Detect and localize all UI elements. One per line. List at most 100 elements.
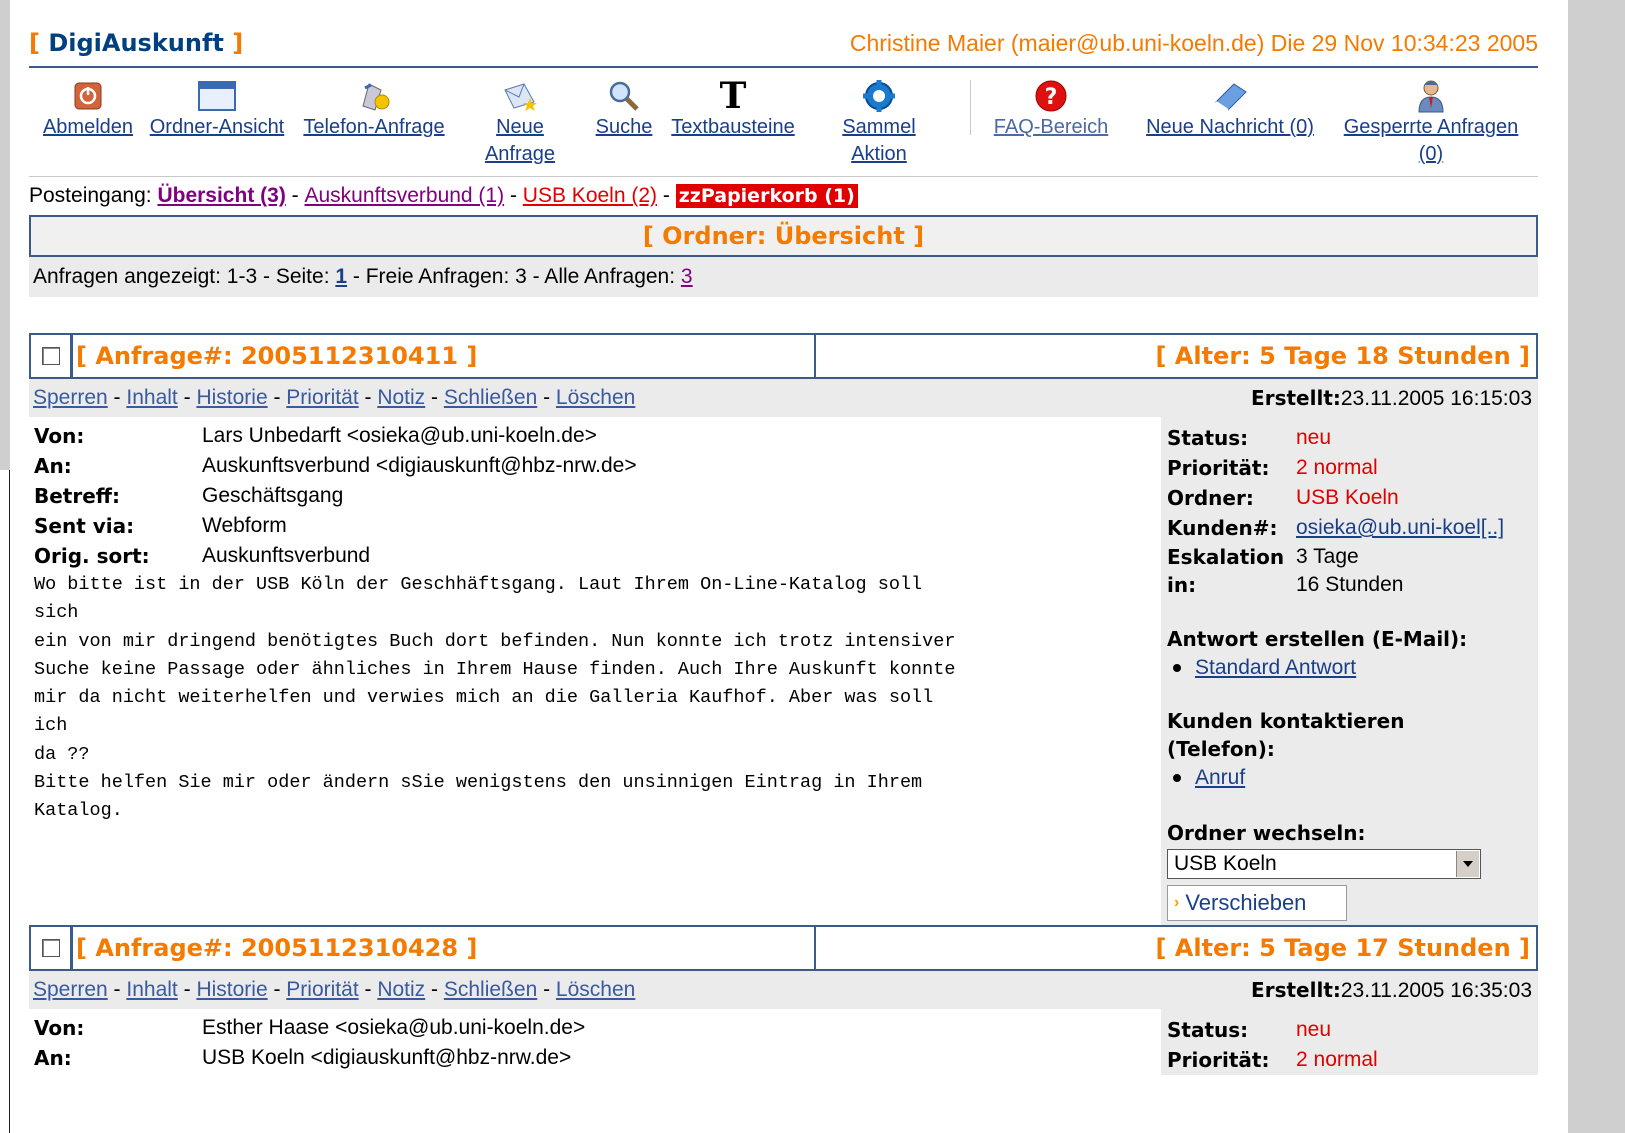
- page-margin: [1568, 0, 1625, 1133]
- escalation-label: Eskalation in:: [1167, 543, 1296, 599]
- mail-header-row: Sent via: Webform: [34, 511, 1161, 541]
- main-content: [ DigiAuskunft ] Christine Maier (maier@…: [29, 20, 1538, 1075]
- bulk-action-button[interactable]: Sammel Aktion: [832, 78, 926, 168]
- escalation-row: Eskalation in: 3 Tage 16 Stunden: [1167, 543, 1538, 599]
- priority-row: Priorität: 2 normal: [1167, 1045, 1538, 1075]
- brand-name: DigiAuskunft: [48, 29, 224, 57]
- inbox-label: Posteingang:: [29, 184, 152, 207]
- call-link[interactable]: Anruf: [1195, 763, 1245, 793]
- action-history[interactable]: Historie: [196, 386, 267, 409]
- toolbar-label[interactable]: Sammel: [842, 116, 915, 138]
- action-delete[interactable]: Löschen: [556, 978, 635, 1001]
- toolbar-label[interactable]: Anfrage: [485, 143, 555, 165]
- action-priority[interactable]: Priorität: [286, 386, 358, 409]
- action-close[interactable]: Schließen: [444, 386, 537, 409]
- toolbar-label[interactable]: Telefon-Anfrage: [303, 116, 444, 138]
- customer-label: Kunden#:: [1167, 516, 1278, 540]
- action-lock[interactable]: Sperren: [33, 978, 108, 1001]
- escalation-label-1: Eskalation: [1167, 545, 1285, 569]
- escalation-label-2: in:: [1167, 573, 1197, 597]
- mail-header-row: Von: Esther Haase <osieka@ub.uni-koeln.de…: [34, 1013, 1161, 1043]
- select-checkbox[interactable]: [42, 347, 60, 365]
- toolbar-label[interactable]: (0): [1419, 143, 1443, 165]
- action-history[interactable]: Historie: [196, 978, 267, 1001]
- logout-button[interactable]: Abmelden: [38, 78, 138, 141]
- separator: -: [291, 184, 299, 207]
- locked-requests-button[interactable]: Gesperrte Anfragen (0): [1333, 78, 1529, 168]
- faq-button[interactable]: ? FAQ-Bereich: [984, 78, 1118, 141]
- separator: -: [662, 184, 670, 207]
- request-age: [ Alter: 5 Tage 17 Stunden ]: [1155, 934, 1530, 962]
- folder-link-usb-koeln[interactable]: USB Koeln (2): [523, 184, 657, 208]
- status-badge: neu: [1296, 426, 1332, 449]
- mail-header-row: Orig. sort: Auskunftsverbund: [34, 541, 1161, 571]
- toolbar-label[interactable]: Aktion: [851, 143, 907, 165]
- folder-value: USB Koeln: [1296, 486, 1399, 509]
- window-edge: [0, 0, 10, 470]
- text-blocks-button[interactable]: T Textbausteine: [662, 78, 804, 141]
- folder-label: Ordner:: [1167, 486, 1254, 510]
- phone-request-button[interactable]: Telefon-Anfrage: [297, 78, 451, 141]
- created-label: Erstellt:: [1251, 385, 1341, 410]
- request-sidebar: Status: neu Priorität: 2 normal Ordner: USB…: [1161, 417, 1538, 925]
- new-request-button[interactable]: Neue Anfrage: [475, 78, 565, 168]
- toolbar-label[interactable]: Neue Nachricht (0): [1146, 116, 1314, 138]
- new-request-icon: [475, 78, 565, 114]
- toolbar-label[interactable]: Textbausteine: [671, 116, 794, 138]
- app-brand[interactable]: [ DigiAuskunft ]: [29, 29, 243, 57]
- action-lock[interactable]: Sperren: [33, 386, 108, 409]
- search-button[interactable]: Suche: [591, 78, 657, 141]
- mail-header-row: An: Auskunftsverbund <digiauskunft@hbz-nr…: [34, 451, 1161, 481]
- request-number: [ Anfrage#: 2005112310428 ]: [76, 934, 478, 962]
- status-label: Status:: [1167, 1018, 1249, 1042]
- header-key: Von:: [34, 1016, 85, 1040]
- status-row: Status: neu: [1167, 1015, 1538, 1045]
- move-button-label: Verschieben: [1185, 890, 1307, 915]
- move-button[interactable]: › Verschieben: [1167, 885, 1347, 921]
- status-badge: neu: [1296, 1018, 1332, 1041]
- standard-reply-link[interactable]: Standard Antwort: [1195, 653, 1356, 683]
- mail-header-row: Von: Lars Unbedarft <osieka@ub.uni-koeln.…: [34, 421, 1161, 451]
- action-priority[interactable]: Priorität: [286, 978, 358, 1001]
- all-requests-link[interactable]: 3: [681, 265, 693, 289]
- folder-select[interactable]: USB Koeln: [1167, 849, 1481, 879]
- toolbar-label[interactable]: Ordner-Ansicht: [150, 116, 285, 138]
- toolbar-label[interactable]: Abmelden: [43, 116, 133, 138]
- action-close[interactable]: Schließen: [444, 978, 537, 1001]
- mail-header-row: Betreff: Geschäftsgang: [34, 481, 1161, 511]
- action-content[interactable]: Inhalt: [126, 978, 177, 1001]
- request-body: Von: Lars Unbedarft <osieka@ub.uni-koeln.…: [29, 417, 1538, 925]
- header-value: Geschäftsgang: [202, 484, 344, 507]
- chevron-down-icon[interactable]: [1456, 851, 1479, 877]
- folder-navigation: Posteingang: Übersicht (3) - Auskunftsve…: [29, 177, 1538, 215]
- priority-row: Priorität: 2 normal: [1167, 453, 1538, 483]
- header-key: Von:: [34, 424, 85, 448]
- new-message-button[interactable]: Neue Nachricht (0): [1135, 78, 1325, 141]
- toolbar-label[interactable]: Neue: [496, 116, 544, 138]
- folder-select-value: USB Koeln: [1174, 852, 1277, 875]
- window-edge-lower: [0, 470, 10, 1133]
- toolbar-label[interactable]: Gesperrte Anfragen: [1344, 116, 1519, 138]
- action-note[interactable]: Notiz: [377, 386, 425, 409]
- action-content[interactable]: Inhalt: [126, 386, 177, 409]
- folder-view-button[interactable]: Ordner-Ansicht: [142, 78, 292, 141]
- folder-link-auskunftsverbund[interactable]: Auskunftsverbund (1): [305, 184, 505, 208]
- folder-link-overview[interactable]: Übersicht (3): [157, 184, 285, 208]
- folder-link-trash[interactable]: zzPapierkorb (1): [675, 184, 858, 208]
- message-text: Wo bitte ist in der USB Köln der Geschhä…: [34, 574, 956, 822]
- header-key: Betreff:: [34, 484, 120, 508]
- toolbar-label[interactable]: FAQ-Bereich: [994, 116, 1108, 138]
- select-checkbox[interactable]: [42, 939, 60, 957]
- page-link[interactable]: 1: [335, 265, 347, 289]
- mail-header-row: An: USB Koeln <digiauskunft@hbz-nrw.de>: [34, 1043, 1161, 1073]
- customer-link[interactable]: osieka@ub.uni-koel[..]: [1296, 516, 1504, 539]
- action-delete[interactable]: Löschen: [556, 386, 635, 409]
- toolbar-label[interactable]: Suche: [596, 116, 653, 138]
- created-label: Erstellt:: [1251, 977, 1341, 1002]
- action-note[interactable]: Notiz: [377, 978, 425, 1001]
- toolbar: Abmelden Ordner-Ansicht Telefon-Anfrage …: [29, 68, 1538, 177]
- app-header: [ DigiAuskunft ] Christine Maier (maier@…: [29, 20, 1538, 68]
- customer-value: osieka@ub.uni-koel[..]: [1296, 513, 1504, 543]
